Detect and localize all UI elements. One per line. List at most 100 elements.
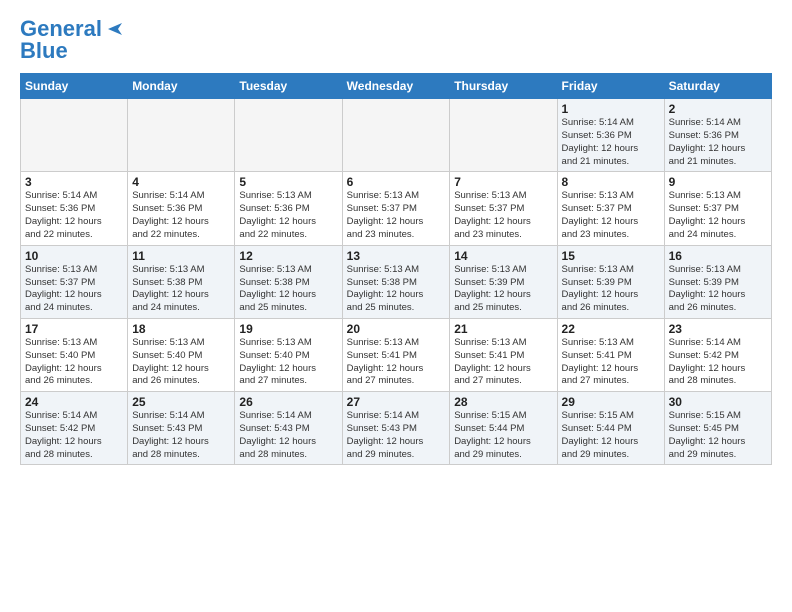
- day-info: Sunrise: 5:13 AM Sunset: 5:41 PM Dayligh…: [454, 337, 552, 388]
- day-number: 25: [132, 395, 230, 409]
- calendar-day-cell: 30Sunrise: 5:15 AM Sunset: 5:45 PM Dayli…: [664, 392, 771, 465]
- day-info: Sunrise: 5:13 AM Sunset: 5:41 PM Dayligh…: [562, 337, 660, 388]
- calendar-day-cell: 10Sunrise: 5:13 AM Sunset: 5:37 PM Dayli…: [21, 245, 128, 318]
- calendar-day-cell: 12Sunrise: 5:13 AM Sunset: 5:38 PM Dayli…: [235, 245, 342, 318]
- calendar-day-cell: [450, 99, 557, 172]
- day-info: Sunrise: 5:13 AM Sunset: 5:38 PM Dayligh…: [132, 264, 230, 315]
- day-number: 17: [25, 322, 123, 336]
- calendar-day-cell: 22Sunrise: 5:13 AM Sunset: 5:41 PM Dayli…: [557, 318, 664, 391]
- day-number: 27: [347, 395, 446, 409]
- day-number: 26: [239, 395, 337, 409]
- day-number: 12: [239, 249, 337, 263]
- day-number: 11: [132, 249, 230, 263]
- day-number: 18: [132, 322, 230, 336]
- calendar-day-cell: 23Sunrise: 5:14 AM Sunset: 5:42 PM Dayli…: [664, 318, 771, 391]
- day-info: Sunrise: 5:14 AM Sunset: 5:42 PM Dayligh…: [25, 410, 123, 461]
- day-info: Sunrise: 5:14 AM Sunset: 5:43 PM Dayligh…: [347, 410, 446, 461]
- day-info: Sunrise: 5:13 AM Sunset: 5:36 PM Dayligh…: [239, 190, 337, 241]
- day-number: 4: [132, 175, 230, 189]
- day-info: Sunrise: 5:14 AM Sunset: 5:42 PM Dayligh…: [669, 337, 767, 388]
- weekday-header: Friday: [557, 74, 664, 99]
- day-info: Sunrise: 5:14 AM Sunset: 5:36 PM Dayligh…: [669, 117, 767, 168]
- day-number: 9: [669, 175, 767, 189]
- day-number: 8: [562, 175, 660, 189]
- calendar-day-cell: 2Sunrise: 5:14 AM Sunset: 5:36 PM Daylig…: [664, 99, 771, 172]
- day-info: Sunrise: 5:14 AM Sunset: 5:36 PM Dayligh…: [132, 190, 230, 241]
- day-number: 22: [562, 322, 660, 336]
- day-number: 5: [239, 175, 337, 189]
- day-info: Sunrise: 5:15 AM Sunset: 5:45 PM Dayligh…: [669, 410, 767, 461]
- day-info: Sunrise: 5:15 AM Sunset: 5:44 PM Dayligh…: [454, 410, 552, 461]
- day-info: Sunrise: 5:13 AM Sunset: 5:37 PM Dayligh…: [454, 190, 552, 241]
- logo: General Blue: [20, 16, 124, 63]
- weekday-header: Saturday: [664, 74, 771, 99]
- logo-bird-icon: [106, 20, 124, 38]
- calendar-day-cell: 9Sunrise: 5:13 AM Sunset: 5:37 PM Daylig…: [664, 172, 771, 245]
- calendar-day-cell: 8Sunrise: 5:13 AM Sunset: 5:37 PM Daylig…: [557, 172, 664, 245]
- day-info: Sunrise: 5:15 AM Sunset: 5:44 PM Dayligh…: [562, 410, 660, 461]
- weekday-header: Tuesday: [235, 74, 342, 99]
- calendar-week-row: 3Sunrise: 5:14 AM Sunset: 5:36 PM Daylig…: [21, 172, 772, 245]
- day-number: 30: [669, 395, 767, 409]
- calendar-day-cell: 1Sunrise: 5:14 AM Sunset: 5:36 PM Daylig…: [557, 99, 664, 172]
- day-info: Sunrise: 5:13 AM Sunset: 5:39 PM Dayligh…: [562, 264, 660, 315]
- calendar-day-cell: 24Sunrise: 5:14 AM Sunset: 5:42 PM Dayli…: [21, 392, 128, 465]
- day-number: 3: [25, 175, 123, 189]
- calendar-day-cell: 5Sunrise: 5:13 AM Sunset: 5:36 PM Daylig…: [235, 172, 342, 245]
- calendar-day-cell: 17Sunrise: 5:13 AM Sunset: 5:40 PM Dayli…: [21, 318, 128, 391]
- day-number: 13: [347, 249, 446, 263]
- calendar-day-cell: 3Sunrise: 5:14 AM Sunset: 5:36 PM Daylig…: [21, 172, 128, 245]
- calendar-day-cell: 14Sunrise: 5:13 AM Sunset: 5:39 PM Dayli…: [450, 245, 557, 318]
- day-number: 20: [347, 322, 446, 336]
- calendar-day-cell: [235, 99, 342, 172]
- day-info: Sunrise: 5:14 AM Sunset: 5:43 PM Dayligh…: [239, 410, 337, 461]
- day-number: 24: [25, 395, 123, 409]
- calendar-day-cell: [21, 99, 128, 172]
- page: General Blue SundayMondayTuesdayWednesda…: [0, 0, 792, 475]
- calendar-day-cell: 20Sunrise: 5:13 AM Sunset: 5:41 PM Dayli…: [342, 318, 450, 391]
- calendar-day-cell: 28Sunrise: 5:15 AM Sunset: 5:44 PM Dayli…: [450, 392, 557, 465]
- calendar-week-row: 24Sunrise: 5:14 AM Sunset: 5:42 PM Dayli…: [21, 392, 772, 465]
- calendar-day-cell: 7Sunrise: 5:13 AM Sunset: 5:37 PM Daylig…: [450, 172, 557, 245]
- calendar-header-row: SundayMondayTuesdayWednesdayThursdayFrid…: [21, 74, 772, 99]
- calendar-day-cell: [342, 99, 450, 172]
- day-number: 1: [562, 102, 660, 116]
- day-number: 6: [347, 175, 446, 189]
- day-number: 15: [562, 249, 660, 263]
- day-number: 19: [239, 322, 337, 336]
- weekday-header: Wednesday: [342, 74, 450, 99]
- calendar-day-cell: 13Sunrise: 5:13 AM Sunset: 5:38 PM Dayli…: [342, 245, 450, 318]
- day-info: Sunrise: 5:14 AM Sunset: 5:36 PM Dayligh…: [25, 190, 123, 241]
- day-number: 28: [454, 395, 552, 409]
- day-info: Sunrise: 5:13 AM Sunset: 5:40 PM Dayligh…: [132, 337, 230, 388]
- day-info: Sunrise: 5:13 AM Sunset: 5:37 PM Dayligh…: [347, 190, 446, 241]
- day-info: Sunrise: 5:14 AM Sunset: 5:43 PM Dayligh…: [132, 410, 230, 461]
- weekday-header: Monday: [128, 74, 235, 99]
- day-info: Sunrise: 5:13 AM Sunset: 5:40 PM Dayligh…: [25, 337, 123, 388]
- calendar-day-cell: 21Sunrise: 5:13 AM Sunset: 5:41 PM Dayli…: [450, 318, 557, 391]
- day-info: Sunrise: 5:13 AM Sunset: 5:37 PM Dayligh…: [669, 190, 767, 241]
- calendar-table: SundayMondayTuesdayWednesdayThursdayFrid…: [20, 73, 772, 465]
- day-number: 23: [669, 322, 767, 336]
- calendar-week-row: 10Sunrise: 5:13 AM Sunset: 5:37 PM Dayli…: [21, 245, 772, 318]
- day-number: 14: [454, 249, 552, 263]
- weekday-header: Thursday: [450, 74, 557, 99]
- calendar-day-cell: 15Sunrise: 5:13 AM Sunset: 5:39 PM Dayli…: [557, 245, 664, 318]
- day-info: Sunrise: 5:13 AM Sunset: 5:37 PM Dayligh…: [25, 264, 123, 315]
- header: General Blue: [20, 16, 772, 63]
- day-info: Sunrise: 5:13 AM Sunset: 5:40 PM Dayligh…: [239, 337, 337, 388]
- calendar-week-row: 17Sunrise: 5:13 AM Sunset: 5:40 PM Dayli…: [21, 318, 772, 391]
- calendar-day-cell: 6Sunrise: 5:13 AM Sunset: 5:37 PM Daylig…: [342, 172, 450, 245]
- day-info: Sunrise: 5:13 AM Sunset: 5:37 PM Dayligh…: [562, 190, 660, 241]
- calendar-day-cell: [128, 99, 235, 172]
- day-number: 2: [669, 102, 767, 116]
- day-info: Sunrise: 5:14 AM Sunset: 5:36 PM Dayligh…: [562, 117, 660, 168]
- day-info: Sunrise: 5:13 AM Sunset: 5:39 PM Dayligh…: [669, 264, 767, 315]
- calendar-day-cell: 27Sunrise: 5:14 AM Sunset: 5:43 PM Dayli…: [342, 392, 450, 465]
- calendar-day-cell: 26Sunrise: 5:14 AM Sunset: 5:43 PM Dayli…: [235, 392, 342, 465]
- calendar-day-cell: 16Sunrise: 5:13 AM Sunset: 5:39 PM Dayli…: [664, 245, 771, 318]
- calendar-day-cell: 18Sunrise: 5:13 AM Sunset: 5:40 PM Dayli…: [128, 318, 235, 391]
- day-number: 16: [669, 249, 767, 263]
- logo-text-blue: Blue: [20, 39, 68, 63]
- day-info: Sunrise: 5:13 AM Sunset: 5:38 PM Dayligh…: [347, 264, 446, 315]
